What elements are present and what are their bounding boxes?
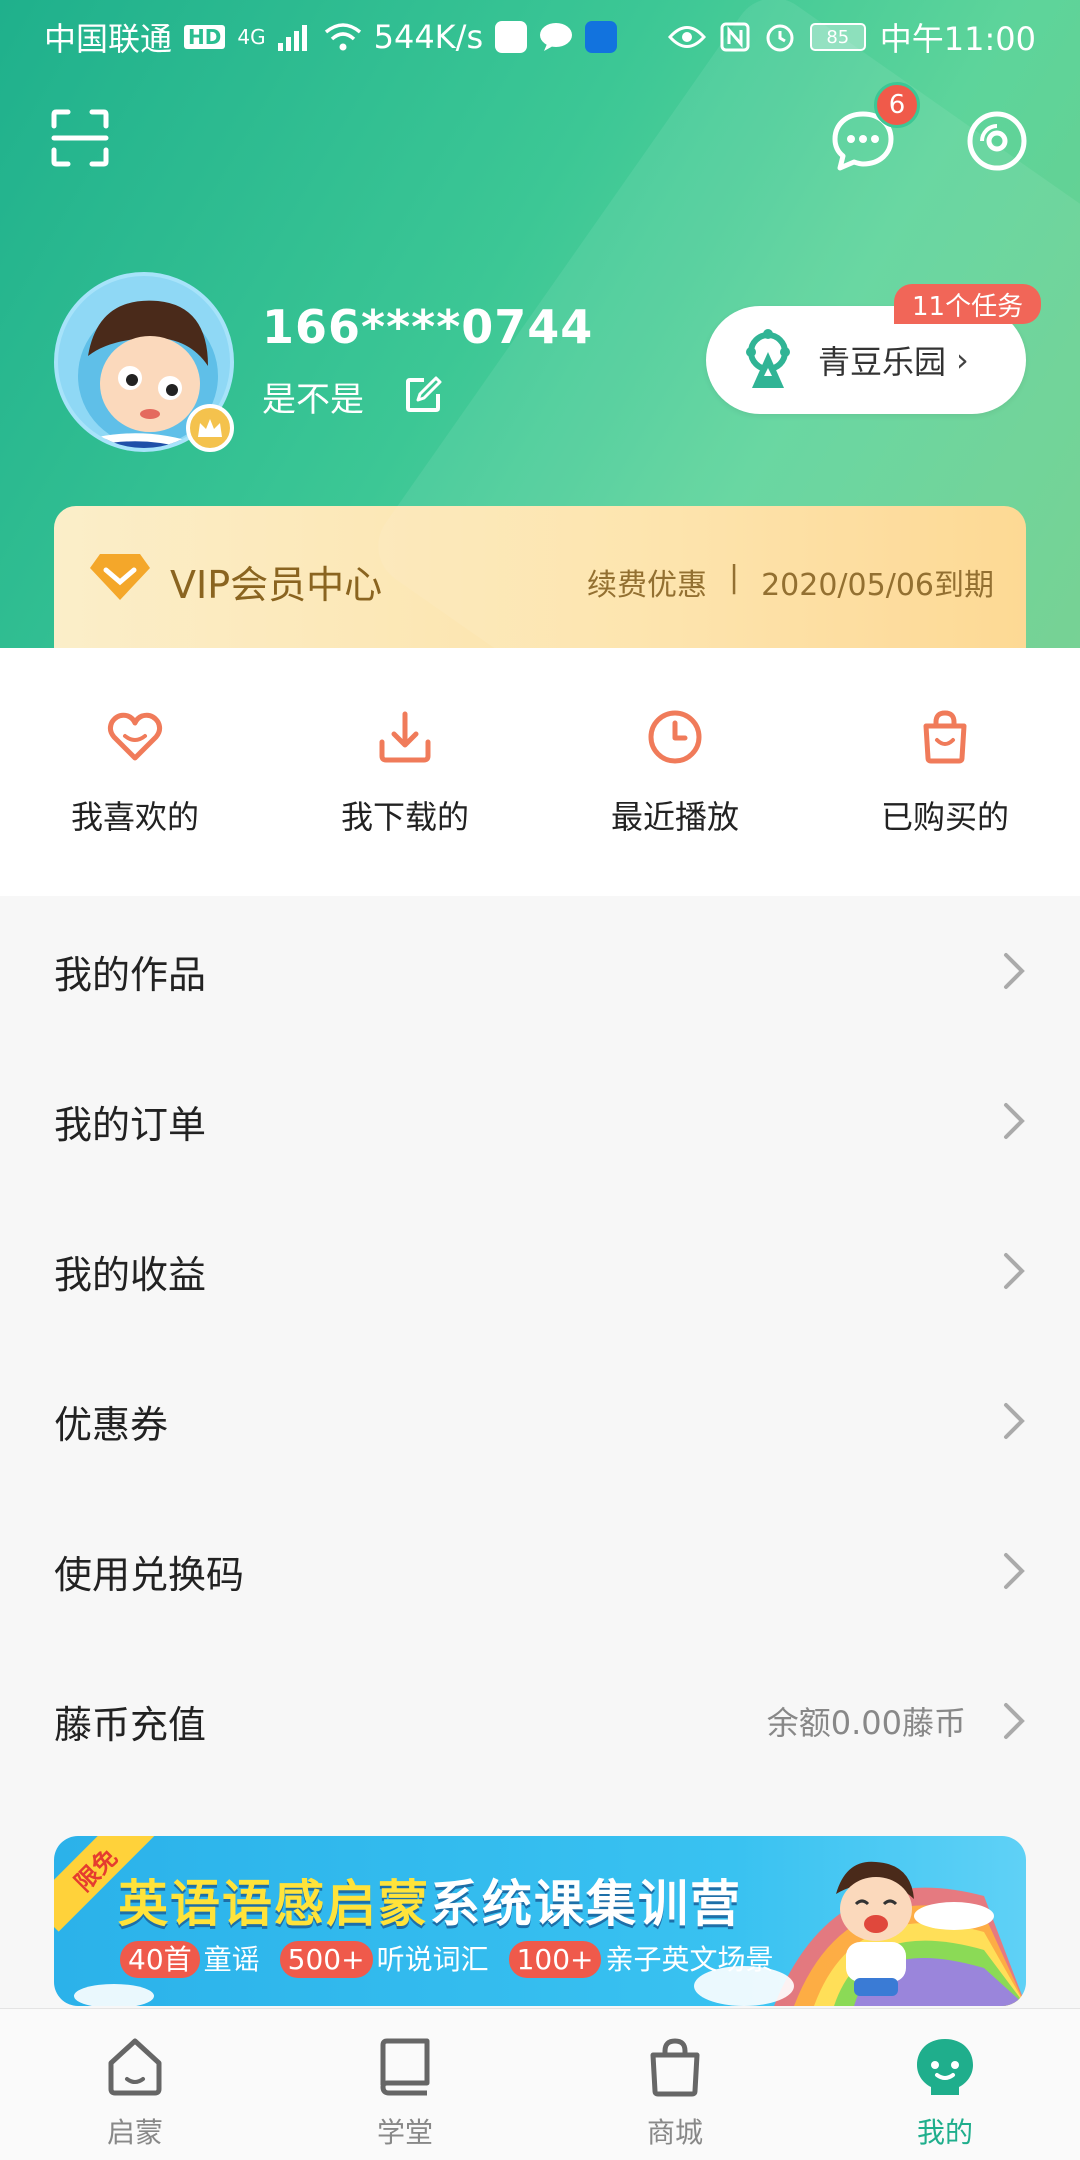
menu-item-redeem-code[interactable]: 使用兑换码 bbox=[0, 1496, 1080, 1646]
download-icon bbox=[379, 711, 431, 763]
clock-icon bbox=[648, 710, 702, 764]
tab-label: 商城 bbox=[646, 2116, 703, 2149]
user-nickname: 是不是 bbox=[262, 380, 364, 420]
hd-icon: HD bbox=[184, 25, 226, 49]
wifi-icon bbox=[324, 23, 361, 51]
eye-icon bbox=[667, 26, 706, 48]
vip-expiry: 2020/05/06到期 bbox=[761, 568, 994, 603]
diamond-icon bbox=[90, 554, 150, 600]
menu-item-works[interactable]: 我的作品 bbox=[0, 896, 1080, 1046]
vip-center-card[interactable]: VIP会员中心 续费优惠 | 2020/05/06到期 bbox=[54, 506, 1026, 648]
menu-item-coin-recharge[interactable]: 藤币充值 余额0.00藤币 bbox=[0, 1646, 1080, 1796]
tab-label: 启蒙 bbox=[106, 2116, 163, 2149]
battery-icon: 85 bbox=[809, 23, 866, 51]
edit-icon[interactable] bbox=[404, 376, 442, 414]
banner-item: 500+ 听说词汇 bbox=[279, 1938, 489, 1978]
quick-action-label: 最近播放 bbox=[610, 798, 739, 836]
speed-text: 544K/s bbox=[373, 18, 484, 56]
task-badge: 11个任务 bbox=[894, 284, 1042, 324]
vip-renew-link[interactable]: 续费优惠 bbox=[587, 560, 707, 604]
tab-school[interactable]: 学堂 bbox=[270, 2009, 540, 2160]
bottom-tab-bar: 启蒙 学堂 商城 我的 bbox=[0, 2008, 1080, 2160]
alarm-icon bbox=[766, 24, 794, 52]
quick-action-favorites[interactable]: 我喜欢的 bbox=[0, 648, 270, 896]
child-illustration-icon bbox=[836, 1861, 914, 1996]
banner-title-white: 系统课集训营 bbox=[430, 1875, 742, 1933]
status-bar: 中国联通 HD 4G 544K/s 85 中午11:00 bbox=[0, 0, 1080, 74]
park-label: 青豆乐园 bbox=[818, 343, 947, 381]
menu-item-coupons[interactable]: 优惠券 bbox=[0, 1346, 1080, 1496]
disc-icon[interactable] bbox=[966, 110, 1028, 172]
bag-icon bbox=[923, 710, 967, 764]
menu-item-label: 我的订单 bbox=[54, 1102, 207, 1147]
chevron-right-icon bbox=[1004, 953, 1025, 989]
banner-item-text: 童谣 bbox=[203, 1943, 260, 1976]
signal-icon bbox=[277, 25, 307, 51]
message-badge: 6 bbox=[874, 82, 920, 128]
network-text: 4G bbox=[237, 25, 266, 49]
quick-action-label: 我下载的 bbox=[340, 798, 469, 836]
tab-label: 学堂 bbox=[376, 2116, 433, 2149]
crown-icon bbox=[186, 404, 234, 452]
coin-balance: 余额0.00藤币 bbox=[766, 1704, 966, 1742]
menu-item-orders[interactable]: 我的订单 bbox=[0, 1046, 1080, 1196]
menu-item-label: 使用兑换码 bbox=[54, 1552, 245, 1597]
menu-item-label: 优惠券 bbox=[54, 1402, 169, 1447]
profile-face-icon bbox=[917, 2039, 973, 2095]
chevron-right-icon bbox=[1004, 1103, 1025, 1139]
quick-actions: 我喜欢的 我下载的 最近播放 已购买的 bbox=[0, 648, 1080, 896]
banner-item-text: 亲子英文场景 bbox=[605, 1943, 774, 1976]
vip-separator: | bbox=[728, 560, 740, 595]
quick-action-label: 已购买的 bbox=[880, 798, 1009, 836]
home-icon bbox=[108, 2038, 162, 2096]
profile-header: 中国联通 HD 4G 544K/s 85 中午11:00 6 166****07… bbox=[0, 0, 1080, 648]
menu-list: 我的作品 我的订单 我的收益 优惠券 使用兑换码 藤币充值 余额0.00藤币 bbox=[0, 896, 1080, 1796]
tab-mine[interactable]: 我的 bbox=[810, 2009, 1080, 2160]
quick-action-purchased[interactable]: 已购买的 bbox=[810, 648, 1080, 896]
banner-item-text: 听说词汇 bbox=[376, 1943, 489, 1976]
banner-title-yellow: 英语语感启蒙 bbox=[118, 1875, 430, 1933]
ferris-wheel-icon bbox=[746, 329, 790, 388]
qingdou-park-button[interactable]: 青豆乐园 › bbox=[706, 306, 1026, 414]
scan-icon[interactable] bbox=[50, 108, 110, 168]
menu-item-label: 藤币充值 bbox=[54, 1702, 207, 1747]
chevron-right-icon bbox=[1004, 1553, 1025, 1589]
chevron-right-icon: › bbox=[956, 341, 969, 379]
chevron-right-icon bbox=[1004, 1253, 1025, 1289]
tab-mall[interactable]: 商城 bbox=[540, 2009, 810, 2160]
banner-item: 40首 童谣 bbox=[120, 1938, 260, 1978]
menu-item-label: 我的作品 bbox=[54, 952, 207, 997]
promo-banner[interactable]: 限免 英语语感启蒙系统课集训营 40首 童谣 500+ 听说词汇 100+ 亲子英文场… bbox=[54, 1836, 1026, 2006]
tab-enlighten[interactable]: 启蒙 bbox=[0, 2009, 270, 2160]
menu-item-label: 我的收益 bbox=[54, 1252, 207, 1297]
banner-subtitle: 40首 童谣 500+ 听说词汇 100+ 亲子英文场景 bbox=[120, 1938, 774, 1978]
tab-label: 我的 bbox=[916, 2116, 973, 2149]
quick-action-downloads[interactable]: 我下载的 bbox=[270, 648, 540, 896]
clock-text: 中午11:00 bbox=[879, 20, 1036, 58]
user-phone: 166****0744 bbox=[262, 300, 594, 354]
shield-notification-icon bbox=[585, 21, 618, 53]
banner-pill: 40首 bbox=[120, 1941, 200, 1978]
banner-item: 100+ 亲子英文场景 bbox=[508, 1938, 774, 1978]
chevron-right-icon bbox=[1004, 1703, 1025, 1739]
quick-action-recent[interactable]: 最近播放 bbox=[540, 648, 810, 896]
vip-title: VIP会员中心 bbox=[170, 563, 383, 607]
quick-action-label: 我喜欢的 bbox=[70, 798, 199, 836]
banner-pill: 100+ bbox=[508, 1941, 602, 1978]
carrier-text: 中国联通 bbox=[44, 20, 173, 58]
app-notification-icon bbox=[495, 21, 528, 53]
chevron-right-icon bbox=[1004, 1403, 1025, 1439]
nfc-icon bbox=[720, 22, 750, 52]
heart-icon bbox=[107, 712, 163, 761]
menu-item-earnings[interactable]: 我的收益 bbox=[0, 1196, 1080, 1346]
book-icon bbox=[380, 2038, 430, 2096]
shop-bag-icon bbox=[650, 2038, 700, 2097]
chat-notification-icon bbox=[540, 23, 573, 51]
banner-pill: 500+ bbox=[279, 1941, 373, 1978]
banner-title: 英语语感启蒙系统课集训营 bbox=[118, 1864, 742, 1936]
